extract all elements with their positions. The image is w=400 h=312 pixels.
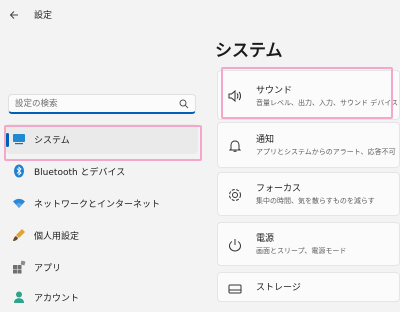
card-subtitle: 音量レベル、出力、入力、サウンド デバイス (256, 99, 399, 107)
sidebar-item-label: 個人用設定 (34, 231, 80, 242)
card-title: ストレージ (256, 283, 301, 293)
search-input[interactable] (15, 97, 175, 111)
wifi-icon (12, 196, 26, 210)
apps-icon (12, 260, 26, 274)
selection-indicator (6, 133, 9, 147)
focus-card[interactable]: フォーカス 集中の時間、気を散らすものを減らす (217, 172, 400, 216)
card-title: 通知 (256, 135, 275, 145)
back-button[interactable] (4, 5, 24, 25)
storage-card[interactable]: ストレージ (217, 272, 400, 302)
card-subtitle: アプリとシステムからのアラート、応答不可 (256, 148, 396, 156)
window-title: 設定 (34, 11, 53, 21)
sidebar-item-label: アカウント (34, 293, 80, 304)
sidebar-item-apps[interactable]: アプリ (6, 252, 198, 282)
card-title: フォーカス (256, 184, 302, 194)
sound-card[interactable]: サウンド 音量レベル、出力、入力、サウンド デバイス (217, 70, 400, 120)
card-subtitle: 集中の時間、気を散らすものを減らす (256, 197, 375, 205)
sidebar-item-network[interactable]: ネットワークとインターネット (6, 188, 198, 218)
monitor-icon (12, 132, 26, 146)
card-title: サウンド (256, 86, 293, 96)
search-icon[interactable] (179, 99, 189, 109)
sidebar-item-system[interactable]: システム (6, 124, 198, 154)
speaker-icon (228, 89, 242, 103)
card-title: 電源 (256, 234, 275, 244)
back-arrow-icon (9, 11, 18, 19)
card-subtitle: 画面とスリープ、電源モード (256, 247, 347, 255)
power-card[interactable]: 電源 画面とスリープ、電源モード (217, 222, 400, 266)
sidebar-item-label: Bluetooth とデバイス (34, 167, 126, 178)
bluetooth-icon (12, 164, 26, 178)
brush-icon (12, 228, 26, 242)
focus-icon (228, 188, 242, 202)
person-icon (12, 290, 26, 304)
sidebar-item-label: システム (34, 135, 70, 146)
sidebar-item-personalization[interactable]: 個人用設定 (6, 220, 198, 250)
sidebar-item-label: ネットワークとインターネット (34, 199, 161, 210)
sidebar-item-label: アプリ (34, 263, 62, 274)
sidebar-item-bluetooth[interactable]: Bluetooth とデバイス (6, 156, 198, 186)
power-icon (228, 238, 242, 252)
bell-icon (228, 139, 242, 153)
sidebar-item-accounts[interactable]: アカウント (6, 282, 198, 312)
title-bar: 設定 (0, 0, 400, 30)
search-box[interactable] (8, 94, 196, 114)
storage-icon (228, 282, 242, 296)
page-title: システム (215, 41, 283, 61)
notifications-card[interactable]: 通知 アプリとシステムからのアラート、応答不可 (217, 122, 400, 168)
